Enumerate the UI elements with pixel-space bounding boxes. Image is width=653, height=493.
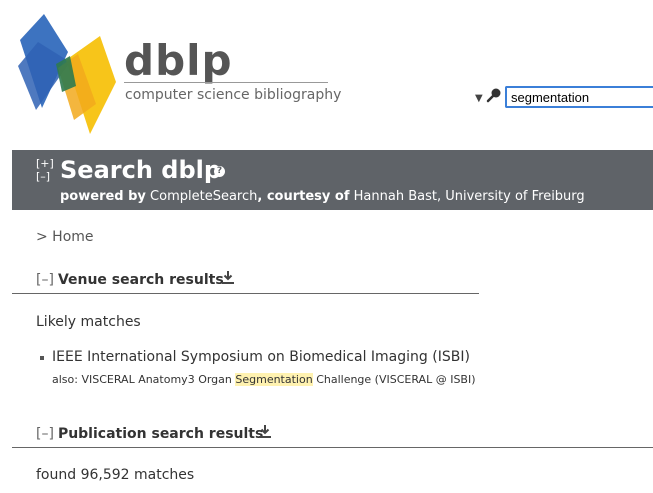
download-icon[interactable] <box>259 425 271 438</box>
logo-wordmark: dblp <box>124 36 233 85</box>
banner-toggle[interactable]: [+] [–] <box>36 157 54 183</box>
breadcrumb-home[interactable]: > Home <box>36 229 94 245</box>
list-bullet <box>40 356 44 360</box>
help-icon[interactable]: ? <box>214 166 225 177</box>
affiliation-link[interactable]: , University of Freiburg <box>437 189 585 204</box>
search-input[interactable] <box>505 86 653 108</box>
hannah-bast-link[interactable]: Hannah Bast <box>354 189 437 204</box>
search-icon[interactable] <box>486 87 502 103</box>
likely-matches-label: Likely matches <box>36 314 141 330</box>
venue-heading: Venue search results <box>57 272 224 288</box>
venue-also-line: also: VISCERAL Anatomy3 Organ Segmentati… <box>52 373 476 386</box>
expand-all-toggle[interactable]: [+] <box>36 157 54 170</box>
match-count: found 96,592 matches <box>36 467 195 483</box>
collapse-all-toggle[interactable]: [–] <box>36 170 54 183</box>
banner-subtitle: powered by CompleteSearch, courtesy of H… <box>60 189 585 204</box>
venue-divider <box>12 293 479 294</box>
also-prefix: also: VISCERAL Anatomy3 Organ <box>52 373 232 386</box>
download-icon[interactable] <box>222 271 234 284</box>
also-suffix: Challenge (VISCERAL @ ISBI) <box>316 373 476 386</box>
courtesy-label: , courtesy of <box>257 189 350 204</box>
publication-heading: Publication search results <box>57 426 264 442</box>
logo-divider <box>124 82 328 83</box>
publication-divider <box>12 447 653 448</box>
venue-section-header: [–] Venue search results <box>36 272 224 288</box>
venue-item-isbi[interactable]: IEEE International Symposium on Biomedic… <box>52 349 470 365</box>
page-title: Search dblp <box>60 156 222 184</box>
venue-toggle[interactable]: [–] <box>36 272 54 288</box>
publication-section-header: [–] Publication search results <box>36 426 263 442</box>
logo-tagline: computer science bibliography <box>125 87 342 103</box>
search-options-caret-icon[interactable]: ▼ <box>475 93 483 104</box>
dblp-logo-icon[interactable] <box>18 12 118 134</box>
completesearch-link[interactable]: CompleteSearch <box>150 189 257 204</box>
powered-by-label: powered by <box>60 189 146 204</box>
publication-toggle[interactable]: [–] <box>36 426 54 442</box>
highlighted-term: Segmentation <box>235 373 313 386</box>
